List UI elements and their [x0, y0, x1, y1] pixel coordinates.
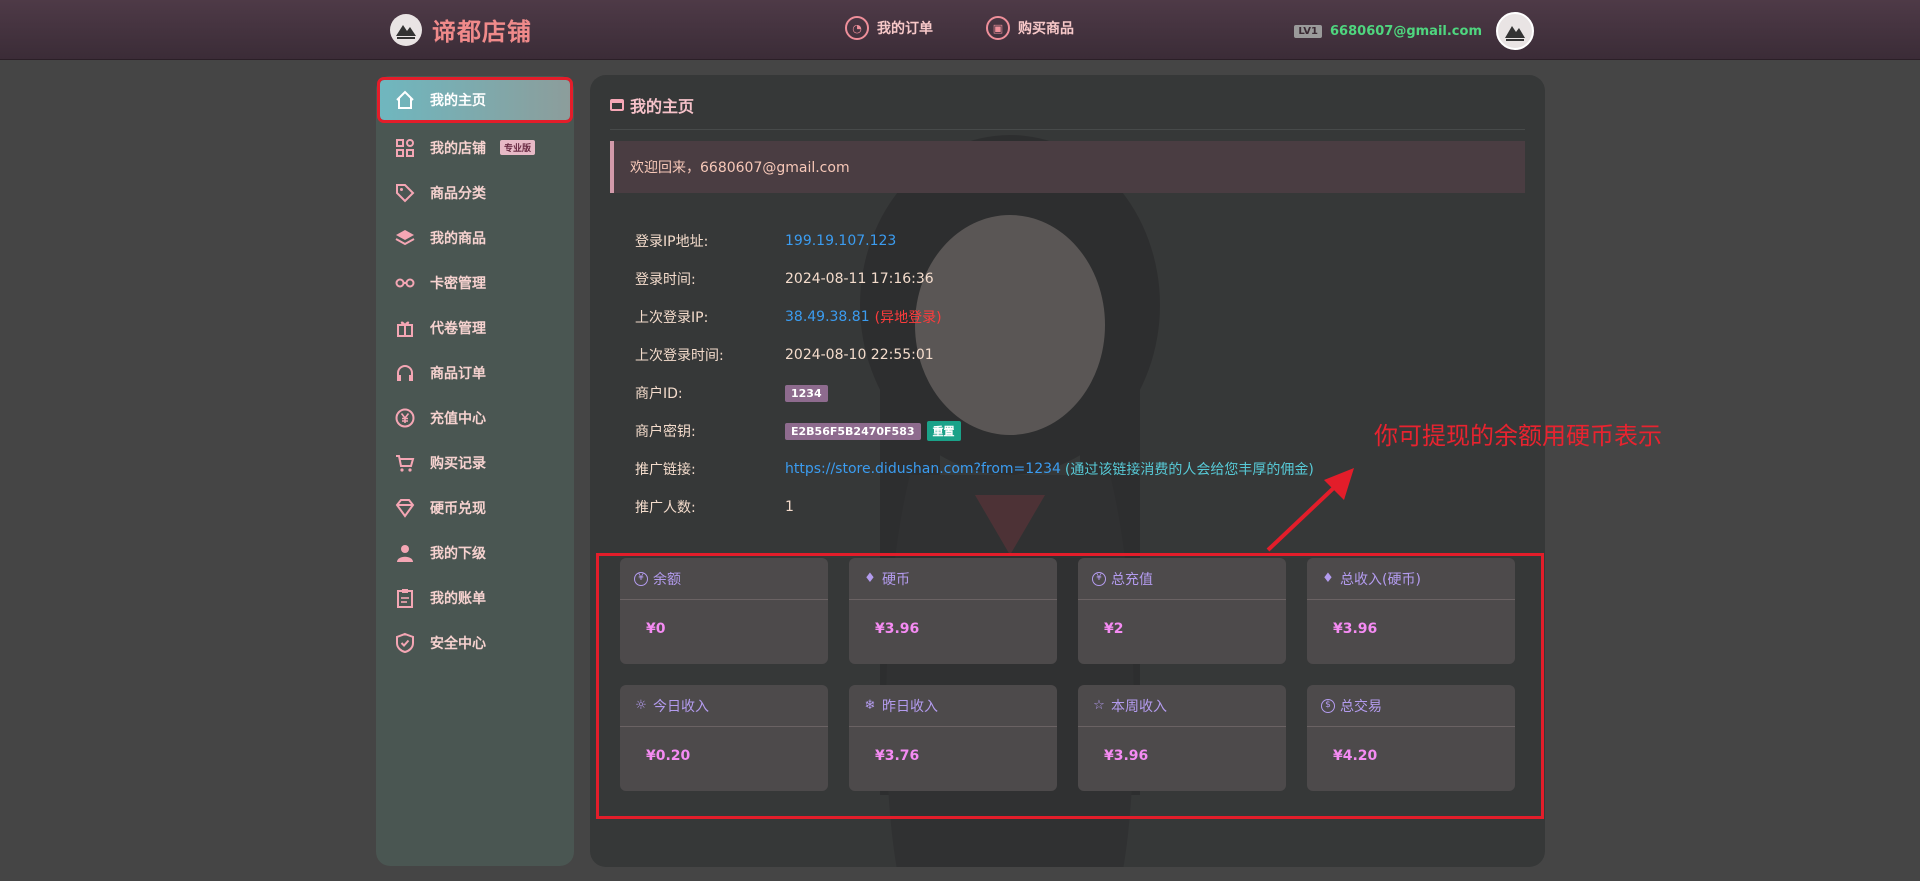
user-icon — [394, 542, 416, 564]
info-promo-link: 推广链接: https://store.didushan.com?from=12… — [635, 458, 1314, 480]
sidebar-item-recharge[interactable]: 充值中心 — [376, 395, 574, 440]
sidebar-item-label: 购买记录 — [430, 455, 486, 472]
info-label: 推广链接: — [635, 462, 696, 478]
promo-link[interactable]: https://store.didushan.com?from=1234 — [785, 461, 1061, 477]
nav-buy-goods[interactable]: ▣ 购买商品 — [986, 16, 1074, 40]
info-label: 商户密钥: — [635, 424, 696, 440]
reset-key-button[interactable]: 重置 — [926, 421, 961, 441]
nav-my-orders-label: 我的订单 — [877, 21, 933, 37]
yen-circle-icon — [394, 407, 416, 429]
info-merchant-id: 商户ID: 1234 — [635, 382, 828, 404]
info-value: 2024-08-10 22:55:01 — [785, 347, 934, 363]
info-label: 登录时间: — [635, 272, 696, 288]
avatar[interactable] — [1496, 12, 1534, 50]
sidebar-item-label: 我的店铺 — [430, 140, 486, 157]
page-title: 我的主页 — [610, 93, 694, 117]
info-value: 2024-08-11 17:16:36 — [785, 271, 934, 287]
diamond-icon — [394, 497, 416, 519]
cart-bag-icon: ▣ — [986, 16, 1010, 40]
info-label: 商户ID: — [635, 386, 683, 402]
layers-icon — [394, 227, 416, 249]
sidebar-item-label: 商品分类 — [430, 185, 486, 202]
home-icon — [394, 89, 416, 111]
sidebar-item-vouchers[interactable]: 代卷管理 — [376, 305, 574, 350]
window-icon — [610, 99, 624, 111]
info-login-ip: 登录IP地址: 199.19.107.123 — [635, 230, 896, 252]
welcome-text: 欢迎回来，6680607@gmail.com — [630, 160, 850, 176]
info-label: 推广人数: — [635, 500, 696, 516]
user-email[interactable]: 6680607@gmail.com — [1330, 24, 1482, 39]
level-badge: LV1 — [1294, 24, 1323, 38]
key-icon — [394, 272, 416, 294]
info-value: 1 — [785, 499, 794, 515]
sidebar-item-bills[interactable]: 我的账单 — [376, 575, 574, 620]
sidebar-item-card-keys[interactable]: 卡密管理 — [376, 260, 574, 305]
sidebar-item-security[interactable]: 安全中心 — [376, 620, 574, 665]
sidebar-item-label: 硬币兑现 — [430, 500, 486, 517]
sidebar-item-label: 卡密管理 — [430, 275, 486, 292]
nav-buy-goods-label: 购买商品 — [1018, 21, 1074, 37]
brand-logo-icon — [390, 13, 422, 46]
sidebar-item-my-goods[interactable]: 我的商品 — [376, 215, 574, 260]
info-last-time: 上次登录时间: 2024-08-10 22:55:01 — [635, 344, 934, 366]
sidebar-item-label: 我的下级 — [430, 545, 486, 562]
order-icon: ◔ — [845, 16, 869, 40]
welcome-banner: 欢迎回来，6680607@gmail.com — [610, 141, 1525, 193]
sidebar-item-orders[interactable]: 商品订单 — [376, 350, 574, 395]
info-label: 登录IP地址: — [635, 234, 709, 250]
info-label: 上次登录IP: — [635, 310, 709, 326]
shield-icon — [394, 632, 416, 654]
stats-highlight-frame — [596, 553, 1544, 819]
sidebar-item-label: 我的商品 — [430, 230, 486, 247]
info-promo-count: 推广人数: 1 — [635, 496, 794, 518]
sidebar-item-purchases[interactable]: 购买记录 — [376, 440, 574, 485]
info-value: 199.19.107.123 — [785, 233, 897, 249]
info-value: 38.49.38.81 — [785, 309, 870, 325]
sidebar-item-label: 我的主页 — [430, 93, 486, 109]
apps-icon — [394, 137, 416, 159]
remote-login-warning: (异地登录) — [874, 310, 942, 326]
sidebar-item-label: 充值中心 — [430, 410, 486, 427]
sidebar-item-coin-redeem[interactable]: 硬币兑现 — [376, 485, 574, 530]
sidebar-item-categories[interactable]: 商品分类 — [376, 170, 574, 215]
merchant-key-badge: E2B56F5B2470F583 — [785, 422, 921, 440]
user-box[interactable]: LV1 6680607@gmail.com — [1294, 12, 1534, 50]
sidebar-item-home[interactable]: 我的主页 — [377, 77, 573, 123]
info-last-ip: 上次登录IP: 38.49.38.81 (异地登录) — [635, 306, 942, 328]
sidebar-item-label: 安全中心 — [430, 635, 486, 652]
brand-name: 谛都店铺 — [432, 18, 532, 46]
sidebar-item-label: 我的账单 — [430, 590, 486, 607]
nav-my-orders[interactable]: ◔ 我的订单 — [845, 16, 933, 40]
sidebar-item-subordinates[interactable]: 我的下级 — [376, 530, 574, 575]
brand[interactable]: 谛都店铺 — [390, 12, 532, 47]
gift-icon — [394, 317, 416, 339]
info-login-time: 登录时间: 2024-08-11 17:16:36 — [635, 268, 934, 290]
divider — [610, 129, 1525, 130]
cart-icon — [394, 452, 416, 474]
page-title-text: 我的主页 — [630, 97, 695, 116]
headset-icon — [394, 362, 416, 384]
top-bar: 谛都店铺 ◔ 我的订单 ▣ 购买商品 LV1 6680607@gmail.com — [0, 0, 1920, 60]
tag-icon — [394, 182, 416, 204]
sidebar-item-my-shop[interactable]: 我的店铺 专业版 — [376, 125, 574, 170]
sidebar: 我的主页 我的店铺 专业版 商品分类 我的商品 卡密管理 代卷管理 商品订单 充… — [376, 76, 574, 866]
info-merchant-key: 商户密钥: E2B56F5B2470F583 重置 — [635, 420, 961, 442]
sidebar-item-label: 商品订单 — [430, 365, 486, 382]
annotation-arrow-icon — [1266, 468, 1354, 552]
annotation-text: 你可提现的余额用硬币表示 — [1374, 422, 1662, 450]
merchant-id-badge: 1234 — [785, 384, 828, 402]
clipboard-icon — [394, 587, 416, 609]
info-label: 上次登录时间: — [635, 348, 724, 364]
pro-badge: 专业版 — [500, 140, 536, 155]
sidebar-item-label: 代卷管理 — [430, 320, 486, 337]
